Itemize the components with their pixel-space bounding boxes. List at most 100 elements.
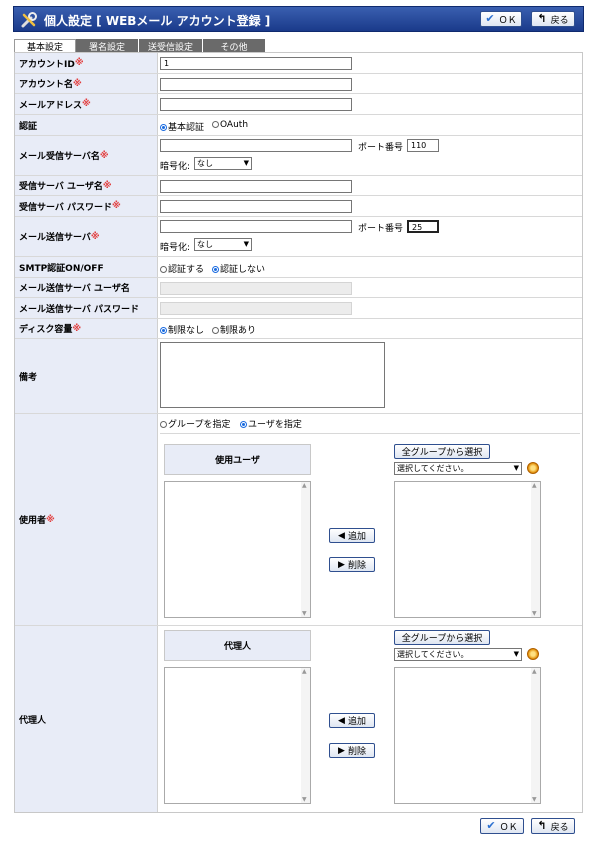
send-user-label: メール送信サーバ ユーザ名 bbox=[15, 278, 158, 297]
radio-smtp-off[interactable] bbox=[212, 266, 219, 273]
account-id-input[interactable]: 1 bbox=[160, 57, 352, 70]
smtp-auth-on-option[interactable]: 認証する bbox=[160, 262, 204, 275]
row-account-name: アカウント名 ※ bbox=[15, 74, 582, 94]
radio-oauth[interactable] bbox=[212, 121, 219, 128]
auth-label: 認証 bbox=[15, 115, 158, 135]
scroll-up-icon: ▲ bbox=[302, 668, 307, 675]
recv-user-input[interactable] bbox=[160, 180, 352, 193]
row-email: メールアドレス ※ bbox=[15, 94, 582, 115]
scroll-up-icon: ▲ bbox=[302, 482, 307, 489]
gear-icon[interactable] bbox=[527, 648, 539, 660]
proxy-remove-button[interactable]: ▶ 削除 bbox=[329, 743, 375, 758]
smtp-auth-label: SMTP認証ON/OFF bbox=[15, 257, 158, 277]
send-pass-label: メール送信サーバ パスワード bbox=[15, 298, 158, 318]
row-auth: 認証 基本認証 OAuth bbox=[15, 115, 582, 136]
back-button-top[interactable]: ↰ 戻る bbox=[531, 11, 575, 27]
tools-icon bbox=[21, 12, 37, 28]
recv-pass-input[interactable] bbox=[160, 200, 352, 213]
radio-smtp-on[interactable] bbox=[160, 266, 167, 273]
tab-basic[interactable]: 基本設定 bbox=[14, 39, 76, 53]
smtp-auth-off-option[interactable]: 認証しない bbox=[212, 262, 265, 275]
proxy-selected-list[interactable]: ▲ ▼ bbox=[164, 667, 311, 804]
proxy-all-groups-button[interactable]: 全グループから選択 bbox=[394, 630, 490, 645]
account-name-label: アカウント名 ※ bbox=[15, 74, 158, 93]
users-all-groups-button[interactable]: 全グループから選択 bbox=[394, 444, 490, 459]
recv-port-input[interactable]: 110 bbox=[407, 139, 439, 152]
users-selected-list[interactable]: ▲ ▼ bbox=[164, 481, 311, 618]
send-server-label: メール送信サーバ ※ bbox=[15, 217, 158, 256]
disk-label: ディスク容量 ※ bbox=[15, 319, 158, 338]
scroll-up-icon: ▲ bbox=[532, 668, 537, 675]
row-recv-pass: 受信サーバ パスワード ※ bbox=[15, 196, 582, 217]
recv-server-input[interactable] bbox=[160, 139, 352, 152]
return-arrow-icon: ↰ bbox=[537, 12, 547, 25]
row-proxy: 代理人 代理人 ▲ ▼ ◀ 追加 ▶ 削除 全グループから選択 選択してください。 ▼ … bbox=[15, 626, 582, 812]
chevron-down-icon: ▼ bbox=[243, 159, 249, 167]
send-encryption-select[interactable]: なし ▼ bbox=[194, 238, 252, 251]
chevron-down-icon: ▼ bbox=[513, 650, 519, 658]
users-add-button[interactable]: ◀ 追加 bbox=[329, 528, 375, 543]
chevron-down-icon: ▼ bbox=[243, 240, 249, 248]
arrow-left-icon: ◀ bbox=[338, 530, 345, 541]
users-user-option[interactable]: ユーザを指定 bbox=[240, 417, 302, 430]
email-label: メールアドレス ※ bbox=[15, 94, 158, 114]
row-account-id: アカウントID ※ 1 bbox=[15, 53, 582, 74]
send-port-label: ポート番号 bbox=[358, 224, 404, 234]
send-pass-input[interactable] bbox=[160, 302, 352, 315]
divider bbox=[160, 433, 580, 434]
row-send-pass: メール送信サーバ パスワード bbox=[15, 298, 582, 319]
tab-other[interactable]: その他 bbox=[203, 39, 266, 53]
recv-port-label: ポート番号 bbox=[358, 143, 404, 153]
users-group-select[interactable]: 選択してください。 ▼ bbox=[394, 462, 522, 475]
recv-encryption-select[interactable]: なし ▼ bbox=[194, 157, 252, 170]
tab-send-receive[interactable]: 送受信設定 bbox=[139, 39, 203, 53]
proxy-list-header: 代理人 bbox=[164, 630, 311, 661]
recv-enc-label: 暗号化: bbox=[160, 162, 191, 172]
check-icon: ✔ bbox=[485, 12, 495, 25]
radio-specify-group[interactable] bbox=[160, 421, 167, 428]
gear-icon[interactable] bbox=[527, 462, 539, 474]
row-recv-server: メール受信サーバ名 ※ ポート番号 110 暗号化: なし ▼ bbox=[15, 136, 582, 176]
users-candidate-list[interactable]: ▲ ▼ bbox=[394, 481, 541, 618]
check-icon: ✔ bbox=[486, 819, 496, 832]
send-user-input[interactable] bbox=[160, 282, 352, 295]
users-list-header: 使用ユーザ bbox=[164, 444, 311, 475]
send-server-input[interactable] bbox=[160, 220, 352, 233]
radio-disk-limited[interactable] bbox=[212, 327, 219, 334]
email-input[interactable] bbox=[160, 98, 352, 111]
users-group-option[interactable]: グループを指定 bbox=[160, 417, 230, 430]
disk-limited-option[interactable]: 制限あり bbox=[212, 323, 256, 336]
row-send-user: メール送信サーバ ユーザ名 bbox=[15, 278, 582, 298]
ok-button-bottom[interactable]: ✔ ＯＫ bbox=[480, 818, 524, 834]
note-textarea[interactable] bbox=[160, 342, 385, 408]
proxy-label: 代理人 bbox=[15, 626, 158, 812]
auth-option-oauth[interactable]: OAuth bbox=[212, 120, 248, 130]
back-button-bottom[interactable]: ↰ 戻る bbox=[531, 818, 575, 834]
chevron-down-icon: ▼ bbox=[513, 464, 519, 472]
return-arrow-icon: ↰ bbox=[537, 819, 547, 832]
note-label: 備考 bbox=[15, 339, 158, 413]
radio-basic-auth[interactable] bbox=[160, 124, 167, 131]
radio-specify-user[interactable] bbox=[240, 421, 247, 428]
tab-signature[interactable]: 署名設定 bbox=[76, 39, 139, 53]
recv-pass-label: 受信サーバ パスワード ※ bbox=[15, 196, 158, 216]
account-name-input[interactable] bbox=[160, 78, 352, 91]
row-disk: ディスク容量 ※ 制限なし 制限あり bbox=[15, 319, 582, 339]
proxy-candidate-list[interactable]: ▲ ▼ bbox=[394, 667, 541, 804]
row-users: 使用者 ※ グループを指定 ユーザを指定 使用ユーザ ▲ ▼ ◀ 追加 ▶ 削除 全グル… bbox=[15, 414, 582, 626]
row-note: 備考 bbox=[15, 339, 582, 414]
auth-option-basic[interactable]: 基本認証 bbox=[160, 120, 204, 133]
users-remove-button[interactable]: ▶ 削除 bbox=[329, 557, 375, 572]
ok-button-top[interactable]: ✔ ＯＫ bbox=[480, 11, 522, 27]
scroll-down-icon: ▼ bbox=[532, 610, 537, 617]
row-recv-user: 受信サーバ ユーザ名 ※ bbox=[15, 176, 582, 196]
proxy-add-button[interactable]: ◀ 追加 bbox=[329, 713, 375, 728]
scroll-down-icon: ▼ bbox=[302, 796, 307, 803]
account-form: アカウントID ※ 1 アカウント名 ※ メールアドレス ※ 認証 基本認証 OAut… bbox=[14, 52, 583, 813]
send-port-input[interactable]: 25 bbox=[407, 220, 439, 233]
scroll-up-icon: ▲ bbox=[532, 482, 537, 489]
proxy-group-select[interactable]: 選択してください。 ▼ bbox=[394, 648, 522, 661]
disk-unlimited-option[interactable]: 制限なし bbox=[160, 323, 204, 336]
users-label: 使用者 ※ bbox=[15, 414, 158, 625]
radio-disk-unlimited[interactable] bbox=[160, 327, 167, 334]
